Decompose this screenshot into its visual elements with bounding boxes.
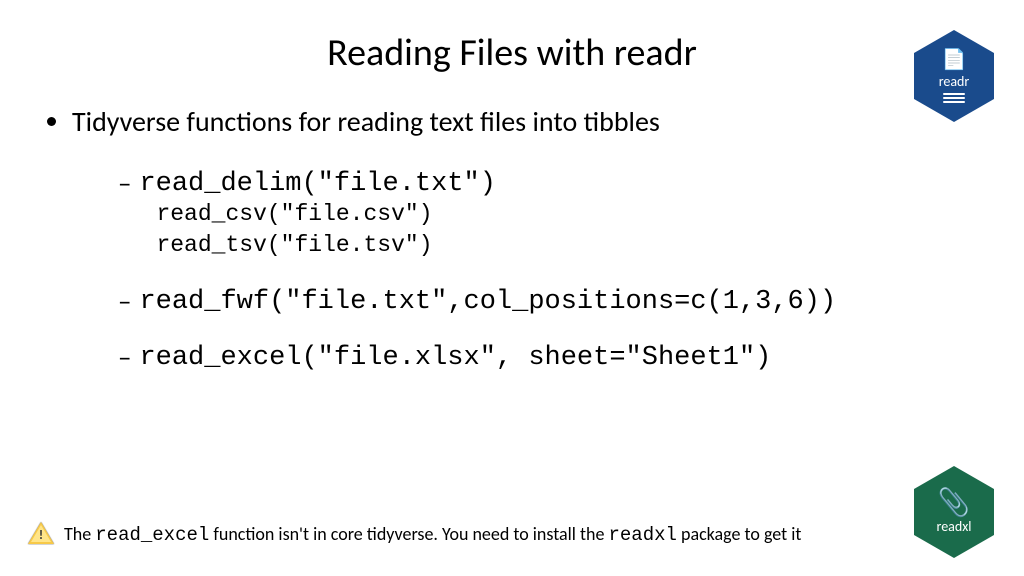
title-row: Reading Files with readr	[40, 30, 984, 76]
table-lines-icon	[943, 93, 965, 103]
code-line: read_fwf("file.txt",col_positions=c(1,3,…	[139, 287, 836, 317]
dash-icon: –	[118, 285, 131, 318]
item-body: read_delim("file.txt") read_csv("file.cs…	[139, 165, 495, 261]
footer-pre: The	[64, 523, 95, 545]
dash-icon: –	[118, 167, 131, 200]
main-bullet-list: Tidyverse functions for reading text fil…	[44, 104, 984, 139]
readr-hex-logo: 📄 readr	[914, 30, 994, 122]
footer-mid: function isn't in core tidyverse. You ne…	[209, 523, 608, 545]
item-body: read_excel("file.xlsx", sheet="Sheet1")	[139, 339, 771, 373]
list-item: – read_delim("file.txt") read_csv("file.…	[118, 165, 984, 261]
code-line: read_excel("file.xlsx", sheet="Sheet1")	[139, 343, 771, 373]
dash-icon: –	[118, 341, 131, 374]
readxl-label: readxl	[937, 518, 972, 535]
footer-text: The read_excel function isn't in core ti…	[64, 523, 801, 546]
document-icon: 📄	[942, 50, 967, 70]
footer-fn2: readxl	[609, 524, 677, 546]
readr-label: readr	[939, 73, 970, 90]
hex-shape: 📄 readr	[914, 30, 994, 122]
code-sub-line: read_tsv("file.tsv")	[156, 230, 495, 261]
list-item: – read_fwf("file.txt",col_positions=c(1,…	[118, 283, 984, 317]
footer-fn1: read_excel	[95, 524, 209, 546]
list-item: – read_excel("file.xlsx", sheet="Sheet1"…	[118, 339, 984, 373]
hex-shape: 📎 readxl	[914, 466, 994, 558]
slide: Reading Files with readr 📄 readr Tidyver…	[0, 0, 1024, 576]
main-bullet: Tidyverse functions for reading text fil…	[72, 104, 984, 139]
footer-post: package to get it	[677, 523, 801, 545]
slide-title: Reading Files with readr	[327, 30, 697, 76]
item-body: read_fwf("file.txt",col_positions=c(1,3,…	[139, 283, 836, 317]
readxl-hex-logo: 📎 readxl	[914, 466, 994, 558]
warning-icon: !	[28, 522, 54, 546]
footer-note: ! The read_excel function isn't in core …	[28, 522, 801, 546]
code-line: read_delim("file.txt")	[139, 169, 495, 199]
code-sub-line: read_csv("file.csv")	[156, 199, 495, 230]
paperclip-icon: 📎	[938, 488, 970, 515]
function-list: – read_delim("file.txt") read_csv("file.…	[118, 165, 984, 373]
